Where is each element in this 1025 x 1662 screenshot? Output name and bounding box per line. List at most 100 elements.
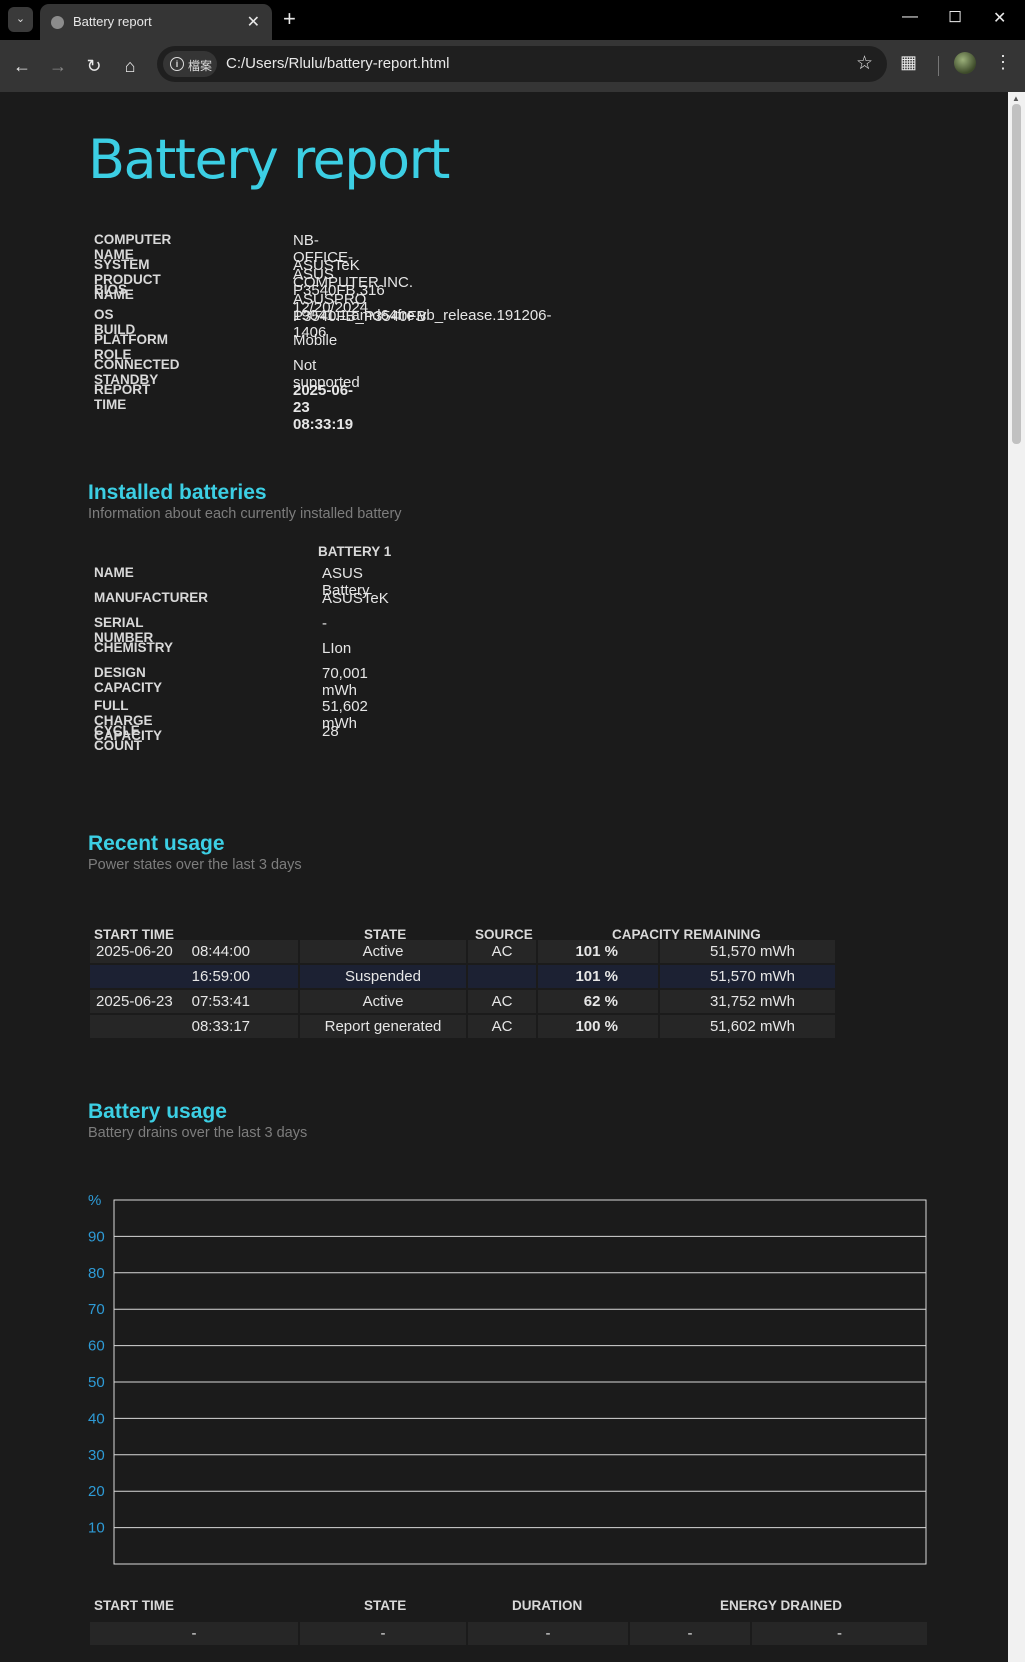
info-label: BIOS [94,282,128,297]
bu-duration-cell: - [468,1622,628,1645]
source-cell [468,965,536,988]
table-row: 08:33:17 Report generated AC 100 % 51,60… [90,1015,835,1040]
address-bar[interactable]: i 檔案 C:/Users/Rlulu/battery-report.html … [157,46,887,82]
table-row: 2025-06-23 07:53:41 Active AC 62 % 31,75… [90,990,835,1015]
battery-usage-subtitle: Battery drains over the last 3 days [88,1125,308,1141]
bu-col-energy-drained: ENERGY DRAINED [720,1598,843,1613]
y-tick-label: 10 [88,1520,105,1537]
y-tick-label: 30 [88,1447,105,1464]
more-menu-icon[interactable]: ⋮ [994,52,1012,73]
installed-batteries-subtitle: Information about each currently install… [88,506,402,522]
start-time-cell: 08:33:17 [90,1015,298,1038]
mwh-cell: 31,752 mWh [660,990,835,1013]
battery-label: MANUFACTURER [94,590,208,605]
y-tick-label: % [88,1192,101,1209]
mwh-cell: 51,570 mWh [660,965,835,988]
page-viewport: Battery report COMPUTER NAME NB-OFFICE-A… [0,92,1008,1662]
battery-value: 28 [322,723,339,740]
date-text: 2025-06-20 [96,943,173,960]
info-icon: i [170,57,184,71]
date-text: 2025-06-23 [96,993,173,1010]
battery-value: 70,001 mWh [322,665,368,699]
battery-usage-chart: % 90 80 70 60 50 40 30 20 10 [88,1192,927,1565]
site-info-chip[interactable]: i 檔案 [163,51,217,77]
chevron-down-icon: ⌄ [15,13,26,25]
battery-value: - [322,615,327,632]
state-cell: Report generated [300,1015,466,1038]
y-tick-label: 40 [88,1410,105,1427]
home-button[interactable]: ⌂ [116,52,144,80]
percent-cell: 100 % [538,1015,658,1038]
table-row: 16:59:00 Suspended 101 % 51,570 mWh [90,965,835,990]
reload-button[interactable]: ↻ [80,52,108,80]
active-tab[interactable]: Battery report ✕ [40,4,272,40]
battery-column-header: BATTERY 1 [318,544,392,559]
y-tick-label: 50 [88,1374,105,1391]
bu-col-start-time: START TIME [94,1598,174,1613]
bu-energy-percent-cell: - [630,1622,750,1645]
start-time-cell: 2025-06-23 07:53:41 [90,990,298,1013]
site-label: 檔案 [188,59,213,73]
bu-state-cell: - [300,1622,466,1645]
extensions-puzzle-icon[interactable]: ▦ [900,52,917,73]
vertical-scrollbar[interactable]: ▲ [1008,92,1025,1662]
time-text: 07:53:41 [191,993,250,1010]
time-text: 16:59:00 [191,968,250,985]
tab-search-button[interactable]: ⌄ [8,7,33,32]
battery-label: CYCLE COUNT [94,723,142,753]
state-cell: Suspended [300,965,466,988]
percent-cell: 62 % [538,990,658,1013]
installed-batteries-heading: Installed batteries [88,481,267,504]
browser-toolbar: ← → ↻ ⌂ i 檔案 C:/Users/Rlulu/battery-repo… [0,40,1025,92]
source-cell: AC [468,990,536,1013]
maximize-button[interactable]: ◻ [948,6,962,26]
battery-label: NAME [94,565,134,580]
info-label: REPORT TIME [94,382,151,412]
toolbar-divider [938,56,939,76]
url-text[interactable]: C:/Users/Rlulu/battery-report.html [226,55,449,72]
minimize-button[interactable]: — [902,8,918,26]
state-cell: Active [300,990,466,1013]
battery-usage-heading: Battery usage [88,1100,227,1123]
back-button[interactable]: ← [8,52,36,80]
y-tick-label: 70 [88,1301,105,1318]
battery-label: DESIGN CAPACITY [94,665,163,695]
state-cell: Active [300,940,466,963]
page-title: Battery report [88,128,450,191]
recent-usage-table: 2025-06-20 08:44:00 Active AC 101 % 51,5… [90,940,835,1040]
close-window-button[interactable]: ✕ [993,8,1006,28]
y-tick-label: 90 [88,1228,105,1245]
bu-col-duration: DURATION [512,1598,583,1613]
new-tab-button[interactable]: + [283,6,296,32]
mwh-cell: 51,570 mWh [660,940,835,963]
recent-usage-heading: Recent usage [88,832,225,855]
recent-usage-subtitle: Power states over the last 3 days [88,857,302,873]
scrollbar-thumb[interactable] [1012,104,1021,444]
battery-value: LIon [322,640,352,657]
start-time-cell: 16:59:00 [90,965,298,988]
profile-avatar[interactable] [954,52,976,74]
forward-button[interactable]: → [44,52,72,80]
chart-grid [114,1235,926,1529]
scroll-up-arrow-icon[interactable]: ▲ [1012,94,1020,103]
bu-col-state: STATE [364,1598,407,1613]
time-text: 08:44:00 [191,943,250,960]
mwh-cell: 51,602 mWh [660,1015,835,1038]
battery-usage-row: - - - - - [90,1622,927,1645]
globe-icon [51,16,64,29]
bu-start-time-cell: - [90,1622,298,1645]
close-icon[interactable]: ✕ [247,12,260,32]
source-cell: AC [468,940,536,963]
percent-cell: 101 % [538,965,658,988]
y-tick-label: 80 [88,1265,105,1282]
table-row: 2025-06-20 08:44:00 Active AC 101 % 51,5… [90,940,835,965]
time-text: 08:33:17 [191,1018,250,1035]
y-tick-label: 60 [88,1338,105,1355]
info-value: Mobile [293,332,338,349]
battery-label: CHEMISTRY [94,640,174,655]
bookmark-star-icon[interactable]: ☆ [856,52,873,75]
tab-title: Battery report [73,14,152,29]
bu-energy-mwh-cell: - [752,1622,927,1645]
source-cell: AC [468,1015,536,1038]
chart-y-ticks: % 90 80 70 60 50 40 30 20 10 [88,1192,105,1537]
